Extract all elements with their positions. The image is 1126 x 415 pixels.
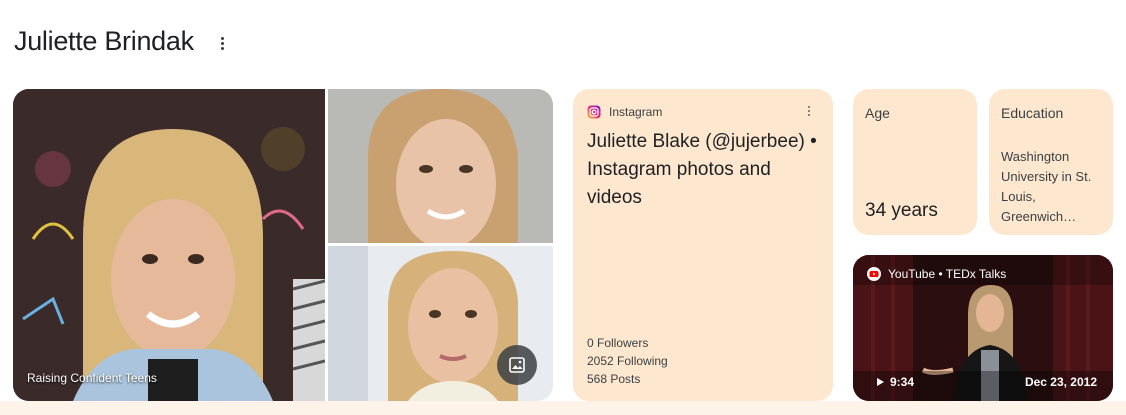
page-title: Juliette Brindak [14,26,194,56]
result-source: YouTube • TEDx Talks [867,267,1006,281]
posts-count: 568 Posts [587,372,641,386]
fact-label: Age [865,105,890,121]
result-title[interactable]: Juliette Blake (@jujerbee) • Instagram p… [587,128,822,212]
result-source: Instagram [587,105,662,119]
photo-thumbnail[interactable] [328,246,553,401]
photo-caption: Raising Confident Teens [27,371,157,385]
education-value: Washington University in St. Louis, Gree… [1001,149,1092,224]
following-count: 2052 Following [587,354,668,368]
video-result-card[interactable]: YouTube • TEDx Talks 9:34 Dec 23, 2012 [853,255,1113,401]
instagram-result-card[interactable]: Instagram Juliette Blake (@jujerbee) • I… [573,89,833,401]
source-name: Instagram [609,105,663,119]
instagram-icon [587,105,601,119]
image-gallery: Raising Confident Teens [13,89,553,401]
more-options-icon[interactable] [807,106,811,118]
youtube-icon [867,267,881,281]
age-value: 34 years [865,200,938,221]
source-name: YouTube • TEDx Talks [888,267,1007,281]
image-icon [509,357,525,373]
age-fact-card: Age 34 years [853,89,977,235]
profile-stats: 0 Followers 2052 Following 568 Posts [587,334,668,388]
duration-text: 9:34 [890,375,915,389]
results-band [0,401,1126,415]
video-duration: 9:34 [877,375,914,389]
more-options-icon[interactable] [217,37,227,53]
main-photo[interactable]: Raising Confident Teens [13,89,325,401]
photo-thumbnail[interactable] [328,89,553,243]
more-images-button[interactable] [497,345,537,385]
video-date: Dec 23, 2012 [1024,375,1097,389]
fact-label: Education [1001,105,1064,121]
followers-count: 0 Followers [587,336,649,350]
play-icon [877,378,884,386]
education-fact-card[interactable]: Education Washington University in St. L… [989,89,1113,235]
